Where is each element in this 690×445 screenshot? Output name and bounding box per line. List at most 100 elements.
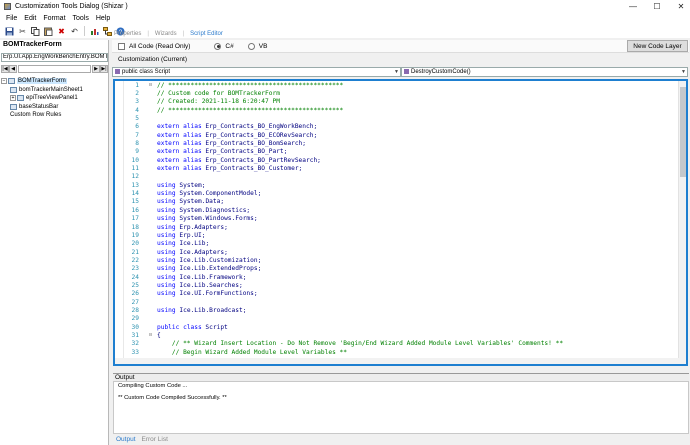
code-line[interactable]: 20 using Ice.Lib; (125, 240, 676, 248)
expand-icon[interactable]: + (10, 95, 16, 102)
code-line[interactable]: 5 (125, 114, 676, 122)
copy-icon[interactable] (30, 26, 41, 37)
panel-icon (17, 95, 24, 102)
collapse-icon[interactable]: − (1, 78, 7, 85)
code-line[interactable]: 13 using System; (125, 181, 676, 189)
code-line[interactable]: 3 // Created: 2021-11-18 6:20:47 PM (125, 98, 676, 106)
code-text-area[interactable]: 1 ⊟// ***********************************… (125, 81, 676, 364)
code-line[interactable]: 19 using Erp.UI; (125, 231, 676, 239)
prev-record-button[interactable]: ◀ (9, 64, 17, 73)
tree-node-form[interactable]: − BOMTrackerForm (1, 77, 108, 86)
code-text: // *************************************… (157, 81, 344, 89)
code-line[interactable]: 11 extern alias Erp_Contracts_BO_Customer… (125, 164, 676, 172)
code-line[interactable]: 17 using System.Windows.Forms; (125, 215, 676, 223)
code-line[interactable]: 26 using Ice.UI.FormFunctions; (125, 290, 676, 298)
minimize-icon[interactable]: — (628, 2, 638, 11)
customization-tree-panel: BOMTrackerForm Erp.UI.App.EngWorkBenchEn… (0, 40, 109, 445)
cut-icon[interactable]: ✂ (17, 26, 28, 37)
chevron-down-icon[interactable]: ▼ (394, 68, 399, 76)
code-line[interactable]: 8 extern alias Erp_Contracts_BO_BomSearch… (125, 139, 676, 147)
code-line[interactable]: 12 (125, 173, 676, 181)
csharp-radio[interactable] (214, 42, 222, 50)
tab-properties[interactable]: Properties (114, 31, 141, 37)
delete-icon[interactable]: ✖ (56, 26, 67, 37)
tree-node-custom-row-rules[interactable]: Custom Row Rules (1, 111, 108, 120)
code-text: extern alias Erp_Contracts_BO_Customer; (157, 165, 302, 172)
new-code-layer-button[interactable]: New Code Layer (627, 40, 688, 52)
tab-error-list[interactable]: Error List (142, 436, 168, 443)
code-line[interactable]: 14 using System.ComponentModel; (125, 189, 676, 197)
code-line[interactable]: 23 using Ice.Lib.ExtendedProps; (125, 265, 676, 273)
line-number: 18 (131, 223, 139, 231)
save-icon[interactable] (4, 26, 15, 37)
chevron-down-icon[interactable]: ▼ (681, 68, 686, 76)
code-text: using System.ComponentModel; (157, 190, 261, 197)
code-line[interactable]: 32 // ** Wizard Insert Location - Do Not… (125, 340, 676, 348)
code-line[interactable]: 9 extern alias Erp_Contracts_BO_Part; (125, 148, 676, 156)
line-number: 19 (131, 231, 139, 239)
code-line[interactable]: 25 using Ice.Lib.Searches; (125, 281, 676, 289)
code-line[interactable]: 7 extern alias Erp_Contracts_BO_ECORevSea… (125, 131, 676, 139)
menu-help[interactable]: Help (95, 15, 111, 22)
code-line[interactable]: 30 public class Script (125, 323, 676, 331)
horizontal-scrollbar[interactable] (115, 358, 686, 364)
identifier-token: Ice.Lib.Customization; (175, 256, 262, 264)
tool-tabs: Properties | Wizards | Script Editor (114, 29, 223, 38)
paste-icon[interactable] (43, 26, 54, 37)
keyword-token: using (157, 256, 176, 264)
fold-marker-icon[interactable]: ⊟ (149, 332, 155, 338)
vb-radio[interactable] (247, 42, 255, 50)
code-line[interactable]: 6 extern alias Erp_Contracts_BO_EngWorkBe… (125, 123, 676, 131)
code-line[interactable]: 28 using Ice.Lib.Broadcast; (125, 306, 676, 314)
next-record-button[interactable]: ▶ (92, 64, 100, 73)
code-text: using System.Diagnostics; (157, 207, 250, 214)
code-line[interactable]: 22 using Ice.Lib.Customization; (125, 256, 676, 264)
menu-edit[interactable]: Edit (23, 15, 37, 22)
tab-script-editor[interactable]: Script Editor (190, 31, 223, 37)
undo-icon[interactable]: ↶ (69, 26, 80, 37)
tab-output[interactable]: Output (116, 436, 136, 443)
keyword-token: using (157, 190, 176, 198)
maximize-icon[interactable]: ☐ (652, 2, 662, 11)
fold-marker-icon[interactable]: ⊟ (149, 82, 155, 88)
code-line[interactable]: 1 ⊟// ***********************************… (125, 81, 676, 89)
vertical-scrollbar[interactable] (678, 81, 686, 364)
all-code-checkbox[interactable] (118, 42, 125, 50)
code-line[interactable]: 2 // Custom code for BOMTrackerForm (125, 89, 676, 97)
code-line[interactable]: 15 using System.Data; (125, 198, 676, 206)
close-icon[interactable]: ✕ (676, 2, 686, 11)
code-line[interactable]: 29 (125, 315, 676, 323)
code-text: // ** Wizard Insert Location - Do Not Re… (157, 340, 564, 348)
code-text: using Ice.Adapters; (157, 249, 228, 256)
member-selector[interactable]: DestroyCustomCode() ▼ (401, 67, 688, 77)
last-record-button[interactable]: ▶| (100, 64, 108, 73)
menu-file[interactable]: File (5, 15, 18, 22)
tree-node-main-sheet[interactable]: bomTrackerMainSheet1 (1, 86, 108, 95)
line-number: 25 (131, 281, 139, 289)
tree-icon[interactable] (102, 26, 113, 37)
code-line[interactable]: 27 (125, 298, 676, 306)
line-number: 31 (131, 331, 139, 339)
output-panel[interactable]: Compiling Custom Code ... ** Custom Code… (113, 381, 689, 434)
method-icon (404, 68, 409, 74)
keyword-token: using (157, 290, 176, 298)
tree-node-status-bar[interactable]: baseStatusBar (1, 103, 108, 112)
menu-tools[interactable]: Tools (72, 15, 90, 22)
tree-node-tree-view-panel[interactable]: + epiTreeViewPanel1 (1, 94, 108, 103)
tab-wizards[interactable]: Wizards (155, 31, 177, 37)
code-line[interactable]: 24 using Ice.Lib.Framework; (125, 273, 676, 281)
code-line[interactable]: 4 // ************************************… (125, 106, 676, 114)
code-line[interactable]: 10 extern alias Erp_Contracts_BO_PartRevS… (125, 156, 676, 164)
menu-format[interactable]: Format (42, 15, 66, 22)
code-line[interactable]: 16 using System.Diagnostics; (125, 206, 676, 214)
chart-icon[interactable] (89, 26, 100, 37)
class-selector[interactable]: public class Script ▼ (112, 67, 401, 77)
form-selector[interactable]: Erp.UI.App.EngWorkBenchEntry.BOMTra (1, 53, 108, 62)
code-line[interactable]: 21 using Ice.Adapters; (125, 248, 676, 256)
code-editor[interactable]: 1 ⊟// ***********************************… (113, 79, 688, 366)
code-line[interactable]: 31 ⊟{ (125, 331, 676, 339)
scrollbar-thumb[interactable] (680, 87, 686, 177)
code-line[interactable]: 18 using Erp.Adapters; (125, 223, 676, 231)
code-line[interactable]: 33 // Begin Wizard Added Module Level Va… (125, 348, 676, 356)
first-record-button[interactable]: |◀ (1, 64, 9, 73)
